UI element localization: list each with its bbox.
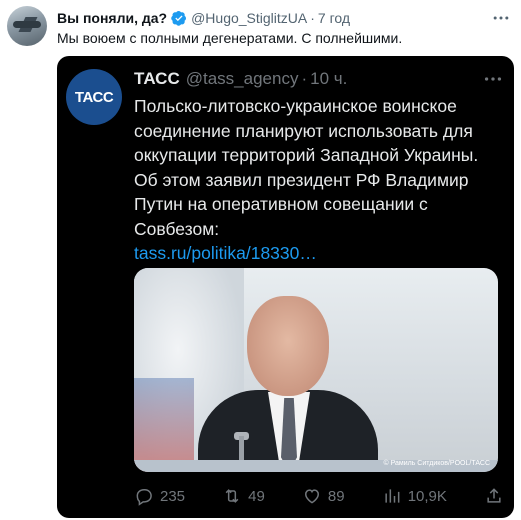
- quoted-text-highlight-2: пации: [168, 145, 217, 165]
- quoted-more-options-icon[interactable]: [482, 68, 504, 90]
- reply-count: 235: [160, 487, 186, 505]
- reply-button[interactable]: 235: [134, 486, 185, 506]
- quoted-text-highlight-1: ско-украинское: [254, 96, 378, 116]
- avatar-plane-shape: [13, 21, 41, 28]
- share-button[interactable]: [484, 486, 504, 506]
- quoted-text-part3: территорий Западной: [216, 145, 404, 165]
- quoted-text-highlight-3: Украины: [403, 145, 474, 165]
- tass-avatar[interactable]: ТАСС: [66, 69, 122, 125]
- quoted-separator-dot: ·: [301, 69, 308, 88]
- quoted-tweet-card[interactable]: ТАСС ТАСС @tass_agency · 10 ч. Польско-л…: [57, 56, 514, 518]
- author-avatar[interactable]: [7, 6, 47, 46]
- photo-flag: [134, 378, 194, 472]
- retweet-button[interactable]: 49: [222, 486, 265, 506]
- analytics-icon: [385, 489, 400, 503]
- quoted-time[interactable]: 10 ч.: [310, 69, 347, 89]
- quoted-photo[interactable]: © Рамиль Ситдиков/POOL/ТАСС: [134, 268, 498, 472]
- quoted-author-name[interactable]: ТАСС: [134, 69, 180, 89]
- reply-icon: [136, 489, 152, 506]
- quoted-header: ТАСС @tass_agency · 10 ч.: [134, 68, 504, 90]
- tweet-text: Мы воюем с полными дегенератами. С полне…: [57, 30, 403, 46]
- retweet-icon: [225, 489, 239, 503]
- verified-badge-icon: [171, 10, 187, 26]
- photo-head: [247, 296, 329, 396]
- quoted-handle[interactable]: @tass_agency: [186, 69, 299, 89]
- views-button[interactable]: 10,9K: [382, 486, 447, 506]
- action-bar: 235 49 89 10,9K: [134, 484, 504, 508]
- more-options-icon[interactable]: [491, 8, 511, 28]
- tass-avatar-label: ТАСС: [74, 88, 114, 106]
- like-count: 89: [327, 487, 345, 505]
- photo-credit: © Рамиль Ситдиков/POOL/ТАСС: [383, 460, 490, 467]
- author-handle[interactable]: @Hugo_StiglitzUA: [191, 10, 307, 26]
- tweet-time[interactable]: 7 год: [318, 10, 350, 26]
- heart-icon: [304, 489, 319, 504]
- tweet-header: Вы поняли, да? @Hugo_StiglitzUA · 7 год: [57, 8, 511, 28]
- quoted-text: Польско-литовско-украинское воинское сое…: [134, 94, 494, 266]
- author-name[interactable]: Вы поняли, да?: [57, 10, 167, 26]
- retweet-count: 49: [248, 487, 265, 505]
- share-icon: [487, 488, 501, 503]
- separator-dot: ·: [310, 10, 315, 26]
- like-button[interactable]: 89: [302, 486, 345, 506]
- quoted-text-part1: Польско-литов: [134, 96, 255, 116]
- views-count: 10,9K: [407, 487, 447, 505]
- quoted-link[interactable]: tass.ru/politika/18330…: [134, 243, 317, 263]
